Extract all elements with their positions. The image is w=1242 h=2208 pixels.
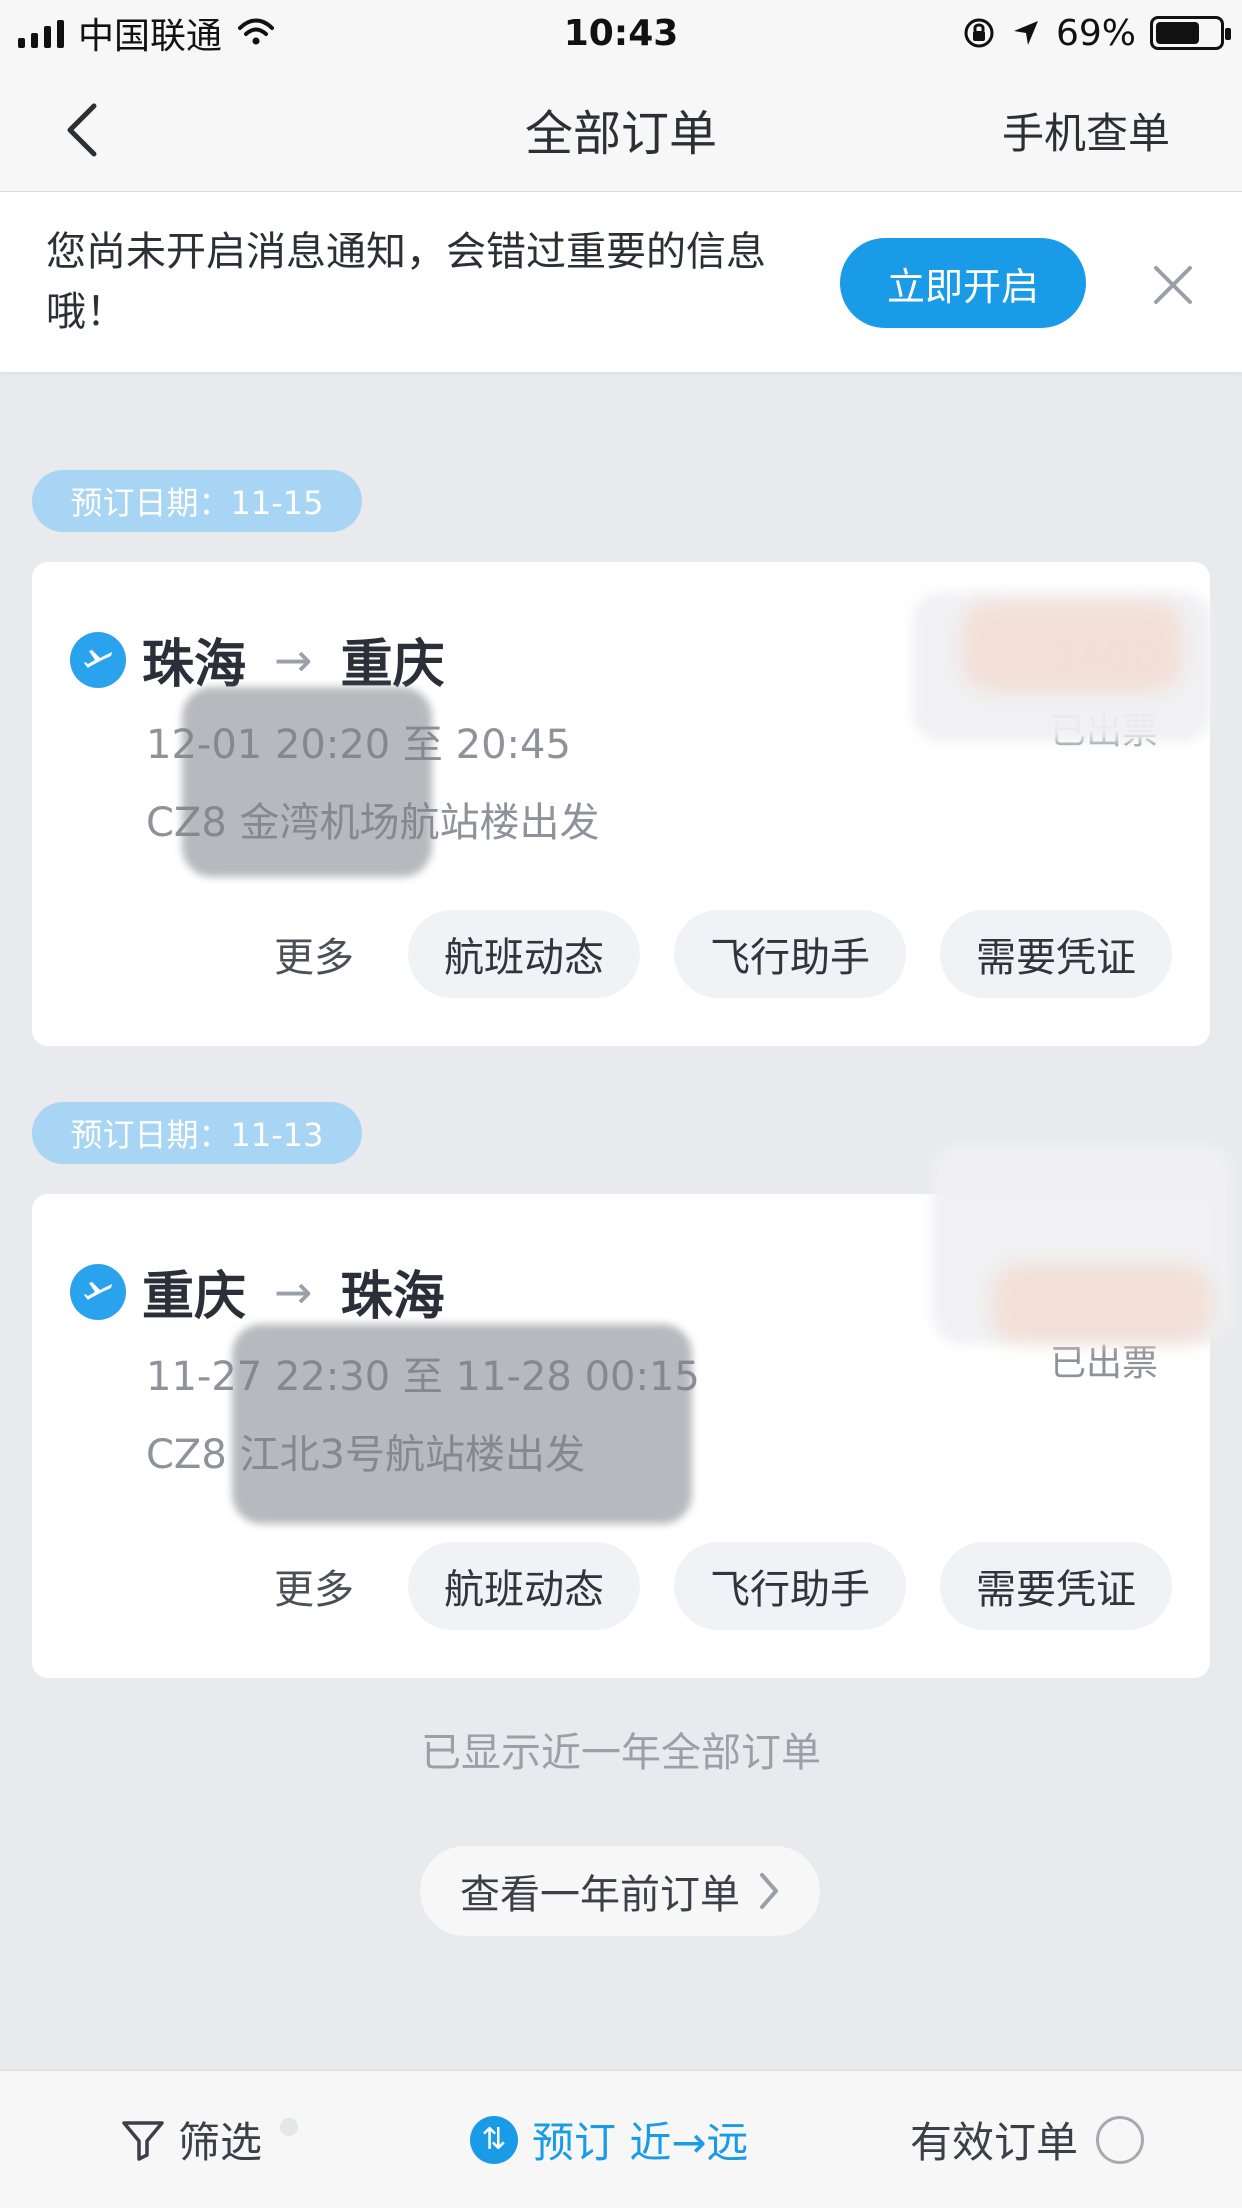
- route-arrow: →: [274, 1264, 313, 1319]
- battery-fill: [1156, 22, 1199, 44]
- more-button[interactable]: 更多: [254, 925, 374, 983]
- valid-orders-label: 有效订单: [910, 2118, 1079, 2167]
- radio-icon[interactable]: [1096, 2115, 1145, 2164]
- bottom-toolbar: 筛选 ⇅ 预订 近→远 有效订单: [0, 2070, 1242, 2208]
- enable-notifications-button[interactable]: 立即开启: [840, 238, 1086, 328]
- redaction-mark: [182, 687, 432, 877]
- need-voucher-button[interactable]: 需要凭证: [940, 910, 1172, 998]
- order-card[interactable]: 珠海 → 重庆 1400 已出票 12-01 20:20 至 20:45 CZ8…: [32, 562, 1212, 1046]
- nav-bar: 全部订单 手机查单: [0, 66, 1242, 192]
- chevron-right-icon: [760, 1873, 778, 1909]
- flight-assistant-button[interactable]: 飞行助手: [674, 910, 906, 998]
- redaction-mark: [992, 1264, 1212, 1344]
- close-icon: [1154, 266, 1192, 304]
- flight-assistant-button[interactable]: 飞行助手: [674, 1542, 906, 1630]
- filter-icon: [122, 2120, 164, 2161]
- sort-button[interactable]: ⇅ 预订 近→远: [470, 2109, 749, 2170]
- to-city: 珠海: [340, 1267, 445, 1327]
- booking-date-pill: 预订日期：11-13: [32, 1102, 362, 1164]
- sort-icon: ⇅: [470, 2115, 518, 2164]
- redaction-mark: [962, 602, 1182, 692]
- valid-orders-toggle[interactable]: 有效订单: [910, 2109, 1145, 2170]
- from-city: 重庆: [142, 1267, 247, 1327]
- route: 重庆 → 珠海: [70, 1254, 445, 1329]
- route-arrow: →: [274, 632, 313, 687]
- plane-icon: [70, 631, 126, 688]
- flight-status-button[interactable]: 航班动态: [408, 1542, 640, 1630]
- to-city: 重庆: [340, 635, 445, 695]
- need-voucher-button[interactable]: 需要凭证: [940, 1542, 1172, 1630]
- order-actions: 更多 航班动态 飞行助手 需要凭证: [254, 910, 1172, 998]
- battery-icon: [1150, 16, 1231, 50]
- filter-button[interactable]: 筛选: [118, 2109, 299, 2170]
- order-card[interactable]: 重庆 → 珠海 已出票 11-27 22:30 至 11-28 00:15 CZ…: [32, 1144, 1232, 1678]
- indicator-dot: [280, 2117, 299, 2136]
- close-banner-button[interactable]: [1150, 262, 1196, 308]
- order-actions: 更多 航班动态 飞行助手 需要凭证: [254, 1542, 1172, 1630]
- more-button[interactable]: 更多: [254, 1557, 374, 1615]
- route: 珠海 → 重庆: [70, 622, 445, 697]
- filter-label: 筛选: [178, 2118, 263, 2167]
- status-time: 10:43: [563, 12, 679, 54]
- notification-banner: 您尚未开启消息通知，会错过重要的信息哦！ 立即开启: [0, 192, 1242, 372]
- status-bar: 中国联通 10:43 69%: [0, 0, 1242, 66]
- plane-icon: [70, 1263, 126, 1320]
- all-orders-shown-text: 已显示近一年全部订单: [421, 1730, 821, 1776]
- from-city: 珠海: [142, 635, 247, 695]
- redaction-mark: [232, 1324, 692, 1524]
- booking-date-pill: 预订日期：11-15: [32, 470, 362, 532]
- flight-status-button[interactable]: 航班动态: [408, 910, 640, 998]
- phone-lookup-button[interactable]: 手机查单: [1002, 100, 1170, 161]
- view-older-orders-button[interactable]: 查看一年前订单: [420, 1846, 820, 1936]
- notification-message: 您尚未开启消息通知，会错过重要的信息哦！: [46, 229, 766, 335]
- view-older-label: 查看一年前订单: [460, 1872, 740, 1918]
- sort-label: 预订 近→远: [532, 2118, 749, 2167]
